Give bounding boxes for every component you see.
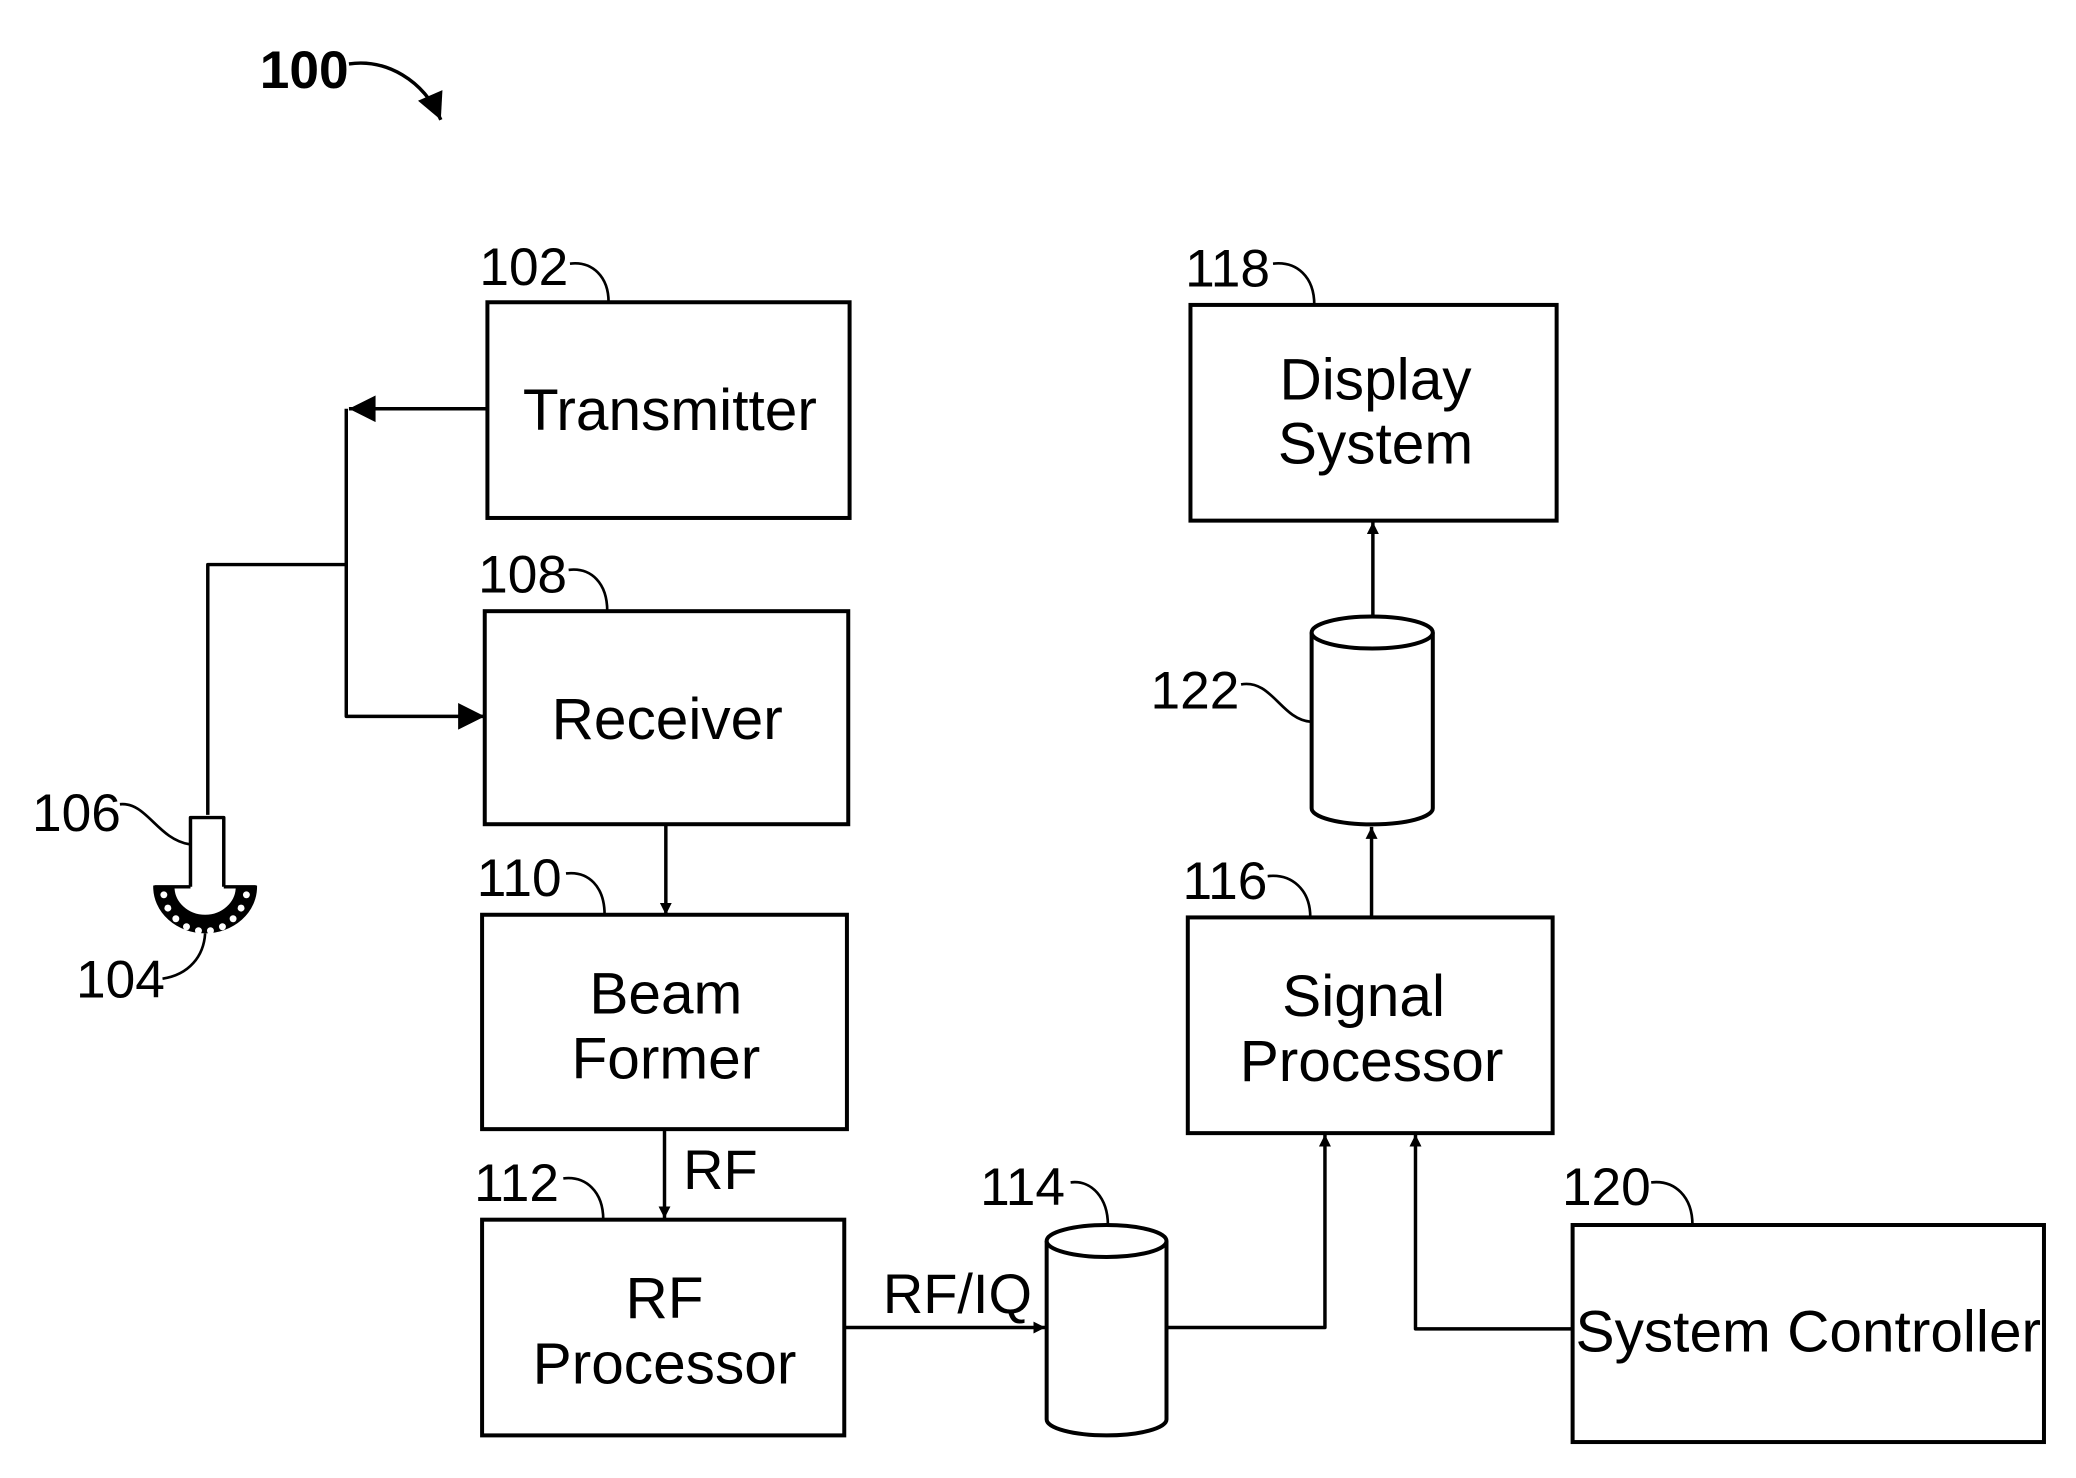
buffer-114-leader <box>1070 1180 1110 1226</box>
receiver-block[interactable]: Receiver 108 <box>478 546 851 827</box>
ultrasound-block-diagram: 100 Transmitter 102 Receiver 108 106 104… <box>32 41 2046 1445</box>
controller-to-signal-processor-arrow <box>1409 1134 1573 1331</box>
buffer-122[interactable]: 122 <box>1151 614 1435 827</box>
rf-processor-ref: 112 <box>474 1154 559 1213</box>
receiver-leader <box>568 568 609 612</box>
display-system-block[interactable]: Display System 118 <box>1185 239 1559 523</box>
beam-former-ref: 110 <box>477 849 562 908</box>
rf-processor-block[interactable]: RF Processor 112 <box>474 1154 847 1438</box>
system-controller-ref: 120 <box>1562 1158 1651 1217</box>
transducer-leader <box>162 933 207 980</box>
system-controller-block[interactable]: System Controller 120 <box>1562 1158 2046 1445</box>
buffer-122-body[interactable] <box>1309 632 1435 827</box>
probe-leader <box>119 802 190 846</box>
signal-processor-label-line2: Processor <box>1240 1029 1504 1094</box>
buffer-114-top <box>1044 1223 1169 1259</box>
probe[interactable]: 106 104 <box>32 784 258 1009</box>
beam-former-block[interactable]: Beam Former 110 <box>477 849 849 1132</box>
signal-processor-leader <box>1267 874 1312 918</box>
receiver-ref: 108 <box>478 546 567 605</box>
beam-former-label-line1: Beam <box>589 961 742 1026</box>
system-controller-label: System Controller <box>1576 1300 2042 1365</box>
buffer-114-body[interactable] <box>1044 1240 1169 1438</box>
probe-to-receiver-arrow <box>344 408 485 730</box>
probe-ref: 106 <box>32 784 121 843</box>
figure-ref-arrow <box>348 61 443 121</box>
rf-processor-label-line2: Processor <box>533 1331 797 1396</box>
rf-processor-label-line1: RF <box>625 1266 703 1331</box>
rf-signal-label: RF <box>683 1138 758 1201</box>
display-system-label-line2: System <box>1278 411 1473 476</box>
signal-processor-block[interactable]: Signal Processor 116 <box>1182 852 1555 1136</box>
transmitter-block[interactable]: Transmitter 102 <box>479 238 852 520</box>
transmitter-leader <box>569 262 610 303</box>
buffer-122-ref: 122 <box>1151 661 1240 720</box>
rfiq-signal-label: RF/IQ <box>883 1262 1032 1325</box>
buffer-114-ref: 114 <box>980 1158 1065 1217</box>
transducer-ref: 104 <box>76 950 165 1009</box>
signal-processor-label-line1: Signal <box>1282 964 1445 1029</box>
buffer-to-signal-processor-arrow <box>1166 1134 1331 1330</box>
system-controller-leader <box>1651 1180 1694 1226</box>
display-system-ref: 118 <box>1185 239 1270 298</box>
display-system-leader <box>1272 262 1316 305</box>
transmitter-ref: 102 <box>479 238 568 297</box>
figure-ref: 100 <box>260 41 443 121</box>
buffer-122-leader <box>1240 682 1311 724</box>
rf-processor-leader <box>563 1176 605 1220</box>
beam-former-label-line2: Former <box>571 1027 760 1092</box>
beam-former-leader <box>565 871 606 915</box>
receiver-label: Receiver <box>552 687 783 752</box>
figure-ref-label: 100 <box>260 41 349 100</box>
transmitter-label: Transmitter <box>523 378 817 443</box>
signal-processor-ref: 116 <box>1182 852 1267 911</box>
buffer-122-top <box>1309 614 1435 651</box>
probe-handle <box>188 815 226 887</box>
display-system-label-line1: Display <box>1280 347 1473 412</box>
probe-cable <box>206 562 347 815</box>
